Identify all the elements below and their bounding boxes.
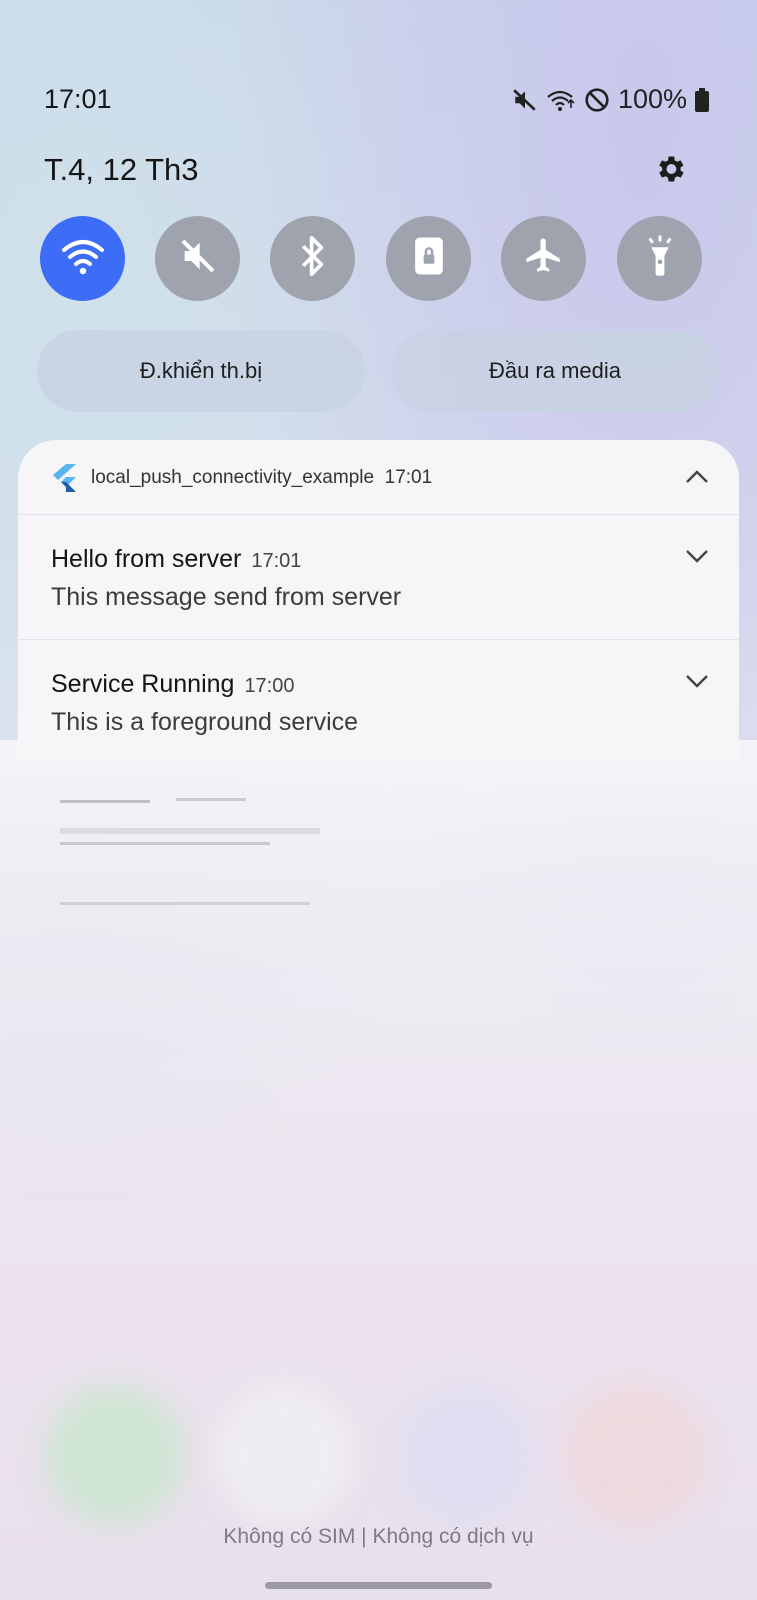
- gear-icon[interactable]: [653, 152, 687, 186]
- navigation-handle[interactable]: [265, 1582, 492, 1589]
- dock-blur: [215, 1385, 355, 1525]
- collapse-icon[interactable]: [685, 470, 709, 484]
- media-output-label: Đầu ra media: [488, 358, 622, 383]
- flutter-app-icon: [52, 464, 76, 492]
- date-label: T.4, 12 Th3: [44, 152, 199, 187]
- mute-icon: [512, 87, 538, 113]
- device-control-label: Đ.khiển th.bị: [139, 358, 263, 383]
- do-not-disturb-icon: [584, 87, 610, 113]
- notification-group-header[interactable]: local_push_connectivity_example 17:01: [18, 440, 739, 515]
- notification-title: Hello from server 17:01: [51, 545, 302, 573]
- group-time: 17:01: [384, 467, 433, 488]
- battery-icon: [695, 87, 709, 112]
- rotation-lock-toggle[interactable]: [386, 216, 471, 301]
- date-row: T.4, 12 Th3: [0, 148, 757, 194]
- wifi-signal-icon: [546, 87, 576, 113]
- wifi-toggle[interactable]: [40, 216, 125, 301]
- notification-item[interactable]: Hello from server 17:01 This message send…: [18, 515, 739, 640]
- notification-time: 17:00: [244, 675, 295, 697]
- dock-blur: [395, 1385, 535, 1525]
- carrier-status: Không có SIM | Không có dịch vụ: [223, 1525, 534, 1548]
- flashlight-toggle[interactable]: [617, 216, 702, 301]
- device-control-button[interactable]: Đ.khiển th.bị: [37, 330, 365, 412]
- dock-blur: [45, 1385, 185, 1525]
- dock-blur: [565, 1385, 705, 1525]
- notification-body: This is a foreground service: [51, 708, 359, 736]
- app-name-label: local_push_connectivity_example 17:01: [91, 467, 433, 488]
- status-icons: 100%: [512, 84, 709, 115]
- wifi-icon: [61, 236, 105, 281]
- status-bar: 17:01 100%: [0, 80, 757, 120]
- notification-time: 17:01: [251, 550, 302, 572]
- rotation-lock-icon: [410, 236, 448, 281]
- battery-percentage: 100%: [617, 84, 687, 114]
- status-time: 17:01: [44, 84, 112, 114]
- airplane-icon: [523, 235, 565, 282]
- quick-toggles: [40, 216, 716, 302]
- media-output-button[interactable]: Đầu ra media: [391, 330, 719, 412]
- bluetooth-icon: [296, 235, 330, 282]
- blurred-content: [56, 770, 336, 920]
- notification-panel: local_push_connectivity_example 17:01 He…: [18, 440, 739, 760]
- sound-off-icon: [178, 236, 218, 281]
- expand-icon[interactable]: [685, 674, 709, 688]
- airplane-toggle[interactable]: [501, 216, 586, 301]
- notification-body: This message send from server: [51, 583, 402, 611]
- expand-icon[interactable]: [685, 549, 709, 563]
- notification-title: Service Running 17:00: [51, 670, 295, 698]
- flashlight-icon: [642, 234, 678, 283]
- sound-toggle[interactable]: [155, 216, 240, 301]
- bluetooth-toggle[interactable]: [270, 216, 355, 301]
